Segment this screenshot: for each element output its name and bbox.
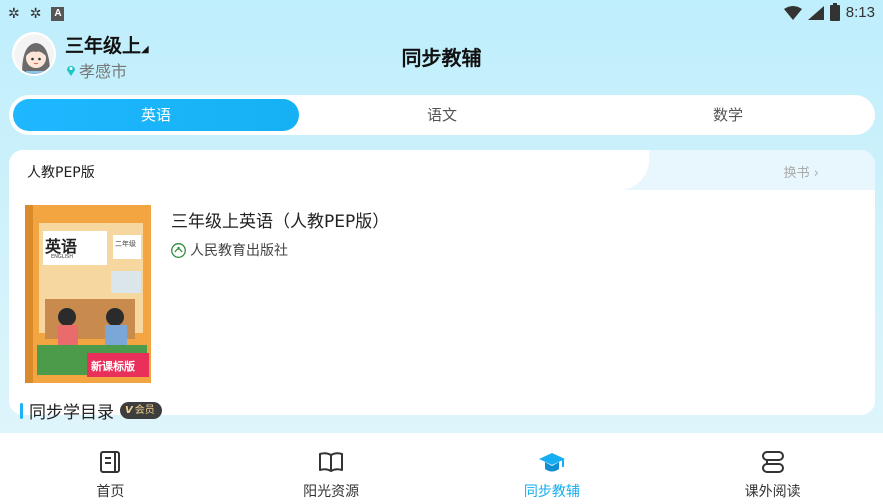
tab-chinese[interactable]: 语文 — [299, 99, 585, 131]
book-cover-illustration — [25, 205, 151, 383]
card-header: 人教PEP版 换书 › — [9, 150, 875, 190]
nav-resources-label: 阳光资源 — [303, 484, 360, 500]
sync-icon: ✲ — [8, 6, 20, 22]
battery-icon — [829, 2, 840, 21]
cover-grade-tag: 二年级 — [115, 240, 136, 248]
scroll-icon — [761, 451, 784, 473]
vip-badge: V 会员 — [120, 402, 162, 419]
cover-subtitle: ENGLISH — [51, 254, 73, 260]
nav-reading[interactable]: 课外阅读 — [662, 433, 883, 504]
publisher-logo-icon — [171, 242, 186, 258]
status-bar: ✲ ✲ A 8:13 — [0, 0, 883, 28]
tab-math[interactable]: 数学 — [585, 99, 871, 131]
sync-catalog-header[interactable]: 同步学目录 V 会员 — [20, 398, 162, 423]
home-book-icon — [100, 451, 121, 473]
book-card: 人教PEP版 换书 › 英语 ENGLISH 二年级 新课标版 三年级上英语（人… — [9, 150, 875, 415]
subject-tabs: 英语 语文 数学 — [9, 95, 875, 135]
wifi-icon — [783, 5, 802, 20]
vip-badge-label: 会员 — [134, 405, 155, 416]
nav-sync-tutoring[interactable]: 同步教辅 — [442, 433, 663, 504]
status-right: 8:13 — [783, 2, 875, 21]
cover-ribbon: 新课标版 — [91, 360, 135, 373]
book-cover[interactable]: 英语 ENGLISH 二年级 新课标版 — [25, 205, 151, 383]
clock: 8:13 — [845, 4, 875, 21]
nav-home[interactable]: 首页 — [0, 433, 221, 504]
graduation-cap-icon — [538, 453, 565, 472]
tab-english[interactable]: 英语 — [13, 99, 299, 131]
nav-reading-label: 课外阅读 — [744, 484, 801, 500]
edition-label: 人教PEP版 — [27, 165, 95, 181]
catalog-label: 同步学目录 — [29, 403, 114, 423]
publisher: 人民教育出版社 — [171, 240, 288, 260]
card-header-shade — [613, 150, 875, 190]
catalog-accent-bar — [20, 402, 23, 419]
sync-icon-2: ✲ — [29, 6, 42, 22]
nav-resources[interactable]: 阳光资源 — [221, 433, 442, 504]
page-title: 同步教辅 — [401, 46, 482, 70]
card-header-tab — [9, 150, 649, 190]
bottom-nav: 首页 阳光资源 同步教辅 课外阅读 — [0, 433, 883, 504]
book-name: 三年级上英语（人教PEP版） — [171, 212, 390, 232]
switch-book-button[interactable]: 换书 › — [784, 162, 819, 181]
publisher-name: 人民教育出版社 — [190, 243, 288, 259]
signal-icon — [807, 5, 824, 20]
app-badge-icon: A — [51, 7, 65, 21]
nav-home-label: 首页 — [96, 484, 125, 500]
nav-sync-tutoring-label: 同步教辅 — [523, 484, 580, 500]
open-book-icon — [319, 452, 344, 472]
vip-v-icon: V — [125, 405, 133, 416]
status-left: ✲ ✲ A — [8, 6, 65, 22]
